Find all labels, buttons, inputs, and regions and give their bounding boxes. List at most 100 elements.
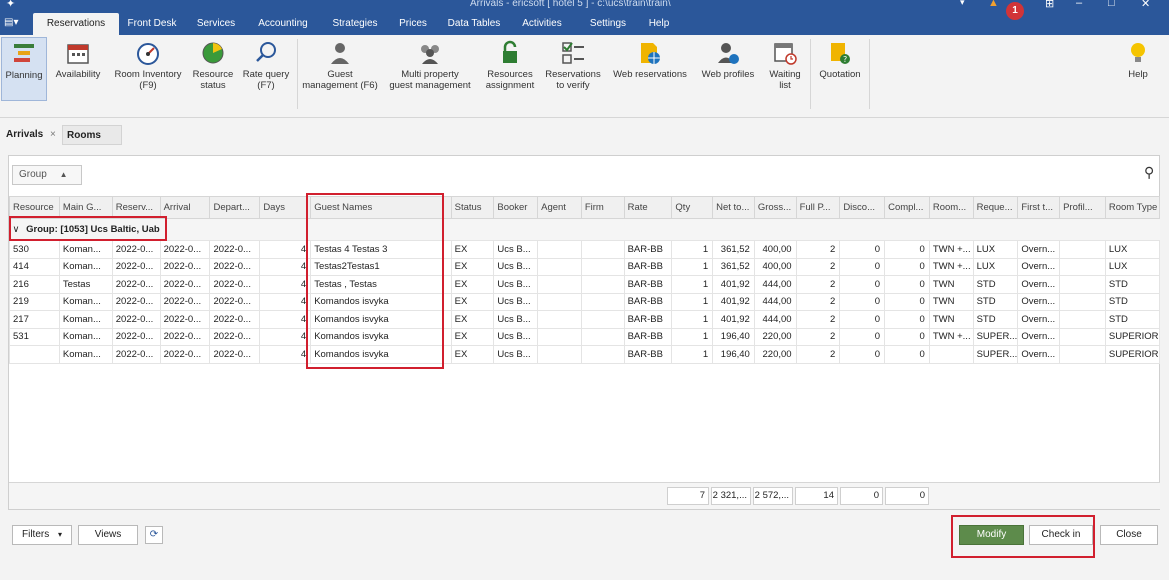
ribbon-separator bbox=[297, 39, 298, 109]
column-header[interactable]: Firm bbox=[580, 196, 625, 219]
ribbon-separator bbox=[869, 39, 870, 109]
table-row[interactable]: 530 Koman... 2022-0... 2022-0... 2022-0... 4 T… bbox=[9, 240, 1161, 259]
alert-icon[interactable]: ▲ bbox=[988, 0, 999, 9]
refresh-icon[interactable]: ⟳ bbox=[145, 526, 163, 544]
column-header[interactable]: Full P... bbox=[795, 196, 841, 219]
column-header[interactable]: Gross... bbox=[753, 196, 797, 219]
reservations-to-verify-button[interactable]: Reservations to verify bbox=[541, 37, 605, 101]
planning-button[interactable]: Planning bbox=[1, 37, 47, 101]
table-cell: BAR-BB bbox=[623, 240, 673, 259]
column-header[interactable]: Reque... bbox=[972, 196, 1019, 219]
table-cell: 2022-0... bbox=[209, 327, 261, 346]
close-window-icon[interactable]: ✕ bbox=[1141, 0, 1150, 10]
rate-query-button[interactable]: Rate query (F7) bbox=[240, 37, 292, 101]
column-header[interactable]: Room... bbox=[928, 196, 974, 219]
filters-button[interactable]: Filters ▾ bbox=[12, 525, 72, 545]
column-header[interactable]: Status bbox=[450, 196, 495, 219]
table-row[interactable]: 216 Testas 2022-0... 2022-0... 2022-0... 4 Tes… bbox=[9, 275, 1161, 294]
column-header[interactable]: Resource bbox=[9, 196, 60, 219]
tab-prices[interactable]: Prices bbox=[393, 13, 433, 35]
table-cell bbox=[537, 310, 582, 329]
tab-front-desk[interactable]: Front Desk bbox=[121, 13, 183, 35]
tab-services[interactable]: Services bbox=[190, 13, 242, 35]
table-cell: SUPER... bbox=[972, 327, 1019, 346]
table-row[interactable]: 414 Koman... 2022-0... 2022-0... 2022-0... 4 T… bbox=[9, 257, 1161, 276]
tab-accounting[interactable]: Accounting bbox=[250, 13, 316, 35]
resource-status-label-1: Resource bbox=[192, 69, 234, 80]
column-header[interactable]: Reserv... bbox=[111, 196, 161, 219]
column-header[interactable]: Profil... bbox=[1059, 196, 1106, 219]
quotation-button[interactable]: ? Quotation bbox=[814, 37, 866, 101]
column-header[interactable]: Net to... bbox=[712, 196, 755, 219]
column-header[interactable]: Compl... bbox=[884, 196, 930, 219]
table-cell: 2022-0... bbox=[209, 240, 261, 259]
search-icon[interactable]: ⚲ bbox=[1144, 164, 1154, 181]
guest-management-button[interactable]: Guest management (F6) bbox=[302, 37, 378, 101]
table-cell: Koman... bbox=[58, 310, 113, 329]
tab-reservations[interactable]: Reservations bbox=[33, 13, 119, 35]
tab-settings[interactable]: Settings bbox=[581, 13, 635, 35]
column-header[interactable]: Main G... bbox=[58, 196, 113, 219]
close-tab-icon[interactable]: × bbox=[50, 129, 56, 140]
modify-button[interactable]: Modify bbox=[959, 525, 1024, 545]
table-row[interactable]: 531 Koman... 2022-0... 2022-0... 2022-0... 4 K… bbox=[9, 327, 1161, 346]
dropdown-icon[interactable]: ▾ bbox=[960, 0, 965, 8]
column-header[interactable]: Agent bbox=[537, 196, 582, 219]
column-header[interactable]: Guest Names bbox=[310, 196, 452, 219]
table-cell: Testas , Testas bbox=[310, 275, 452, 294]
multi-property-button[interactable]: Multi property guest management bbox=[381, 37, 479, 101]
column-header[interactable]: Depart... bbox=[209, 196, 261, 219]
window-layout-icon[interactable]: ⊞ bbox=[1045, 0, 1054, 10]
column-header[interactable]: Booker bbox=[493, 196, 539, 219]
column-header[interactable]: Arrival bbox=[159, 196, 211, 219]
table-cell: 1 bbox=[671, 292, 714, 311]
minimize-icon[interactable]: – bbox=[1076, 0, 1082, 9]
table-cell: 361,52 bbox=[712, 240, 755, 259]
waiting-list-label-2: list bbox=[779, 80, 791, 91]
column-header[interactable]: Room Type bbox=[1104, 196, 1161, 219]
table-row[interactable]: 219 Koman... 2022-0... 2022-0... 2022-0... 4 K… bbox=[9, 292, 1161, 311]
total-complimentary: 0 bbox=[885, 487, 929, 505]
resources-assignment-label-2: assignment bbox=[485, 80, 535, 91]
guest-management-label-1: Guest bbox=[327, 69, 353, 80]
tab-arrivals[interactable]: Arrivals × bbox=[2, 125, 60, 145]
notification-badge[interactable]: 1 bbox=[1006, 2, 1024, 20]
planning-icon bbox=[14, 44, 34, 62]
maximize-icon[interactable]: □ bbox=[1108, 0, 1115, 9]
room-inventory-button[interactable]: Room Inventory (F9) bbox=[110, 37, 186, 101]
resources-assignment-button[interactable]: Resources assignment bbox=[481, 37, 539, 101]
table-cell: Overn... bbox=[1017, 327, 1061, 346]
planning-label: Planning bbox=[5, 70, 43, 81]
tab-activities[interactable]: Activities bbox=[513, 13, 571, 35]
tab-data-tables[interactable]: Data Tables bbox=[441, 13, 507, 35]
column-header[interactable]: Days bbox=[259, 196, 312, 219]
group-by-box[interactable]: Group ▲ bbox=[12, 165, 82, 185]
ribbon: Planning Availability Room Inventory (F9… bbox=[0, 35, 1169, 118]
column-header[interactable]: First t... bbox=[1017, 196, 1061, 219]
views-button[interactable]: Views bbox=[78, 525, 138, 545]
app-menu-icon[interactable]: ▤▾ bbox=[4, 17, 24, 31]
help-button[interactable]: Help bbox=[1118, 37, 1158, 101]
tab-help[interactable]: Help bbox=[642, 13, 676, 35]
check-in-button[interactable]: Check in bbox=[1029, 525, 1093, 545]
column-header[interactable]: Qty bbox=[671, 196, 714, 219]
table-row[interactable]: 217 Koman... 2022-0... 2022-0... 2022-0... 4 K… bbox=[9, 310, 1161, 329]
web-profiles-button[interactable]: Web profiles bbox=[695, 37, 761, 101]
availability-button[interactable]: Availability bbox=[48, 37, 108, 101]
chevron-down-icon[interactable]: ∨ bbox=[13, 224, 20, 235]
resource-status-button[interactable]: Resource status bbox=[188, 37, 238, 101]
column-header[interactable]: Disco... bbox=[839, 196, 886, 219]
table-cell: EX bbox=[450, 292, 495, 311]
waiting-list-button[interactable]: Waiting list bbox=[763, 37, 807, 101]
web-reservations-button[interactable]: Web reservations bbox=[607, 37, 693, 101]
table-row[interactable]: Koman... 2022-0... 2022-0... 2022-0... 4 Koma… bbox=[9, 345, 1161, 364]
tab-rooms[interactable]: Rooms bbox=[62, 125, 122, 145]
tab-strategies[interactable]: Strategies bbox=[324, 13, 386, 35]
empty-row bbox=[10, 416, 1160, 434]
window-title: Arrivals - ericsoft [ hotel 5 ] - c:\ucs… bbox=[470, 0, 671, 9]
column-header[interactable]: Rate bbox=[623, 196, 673, 219]
close-button[interactable]: Close bbox=[1100, 525, 1158, 545]
group-row[interactable]: ∨ Group: [1053] Ucs Baltic, Uab bbox=[9, 218, 1160, 241]
table-cell bbox=[928, 345, 974, 364]
table-cell: Overn... bbox=[1017, 275, 1061, 294]
